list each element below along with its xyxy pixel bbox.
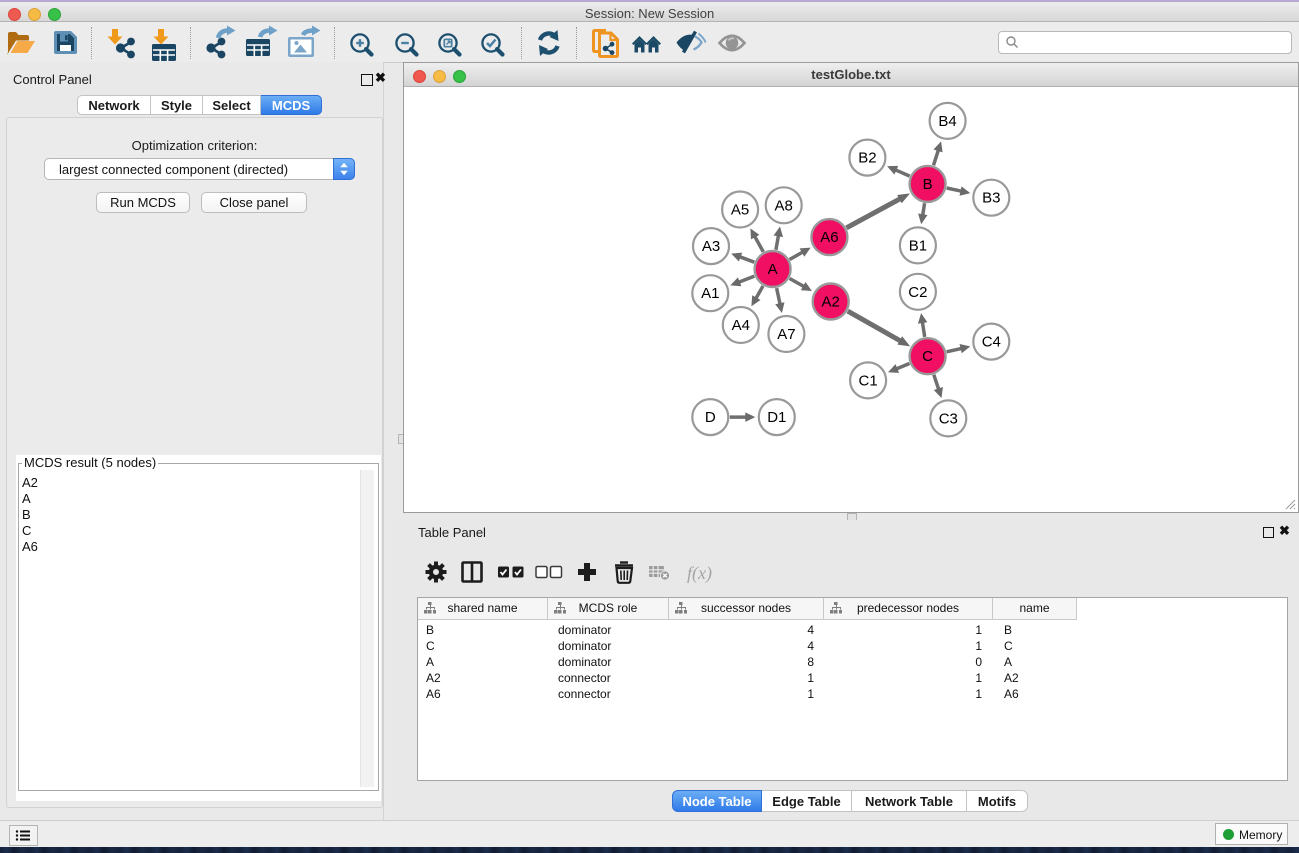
svg-text:A: A <box>768 261 778 278</box>
svg-text:A4: A4 <box>732 317 750 334</box>
svg-text:A2: A2 <box>822 294 840 311</box>
svg-text:C3: C3 <box>939 410 958 427</box>
svg-text:D1: D1 <box>767 409 786 426</box>
svg-text:C2: C2 <box>908 284 927 301</box>
svg-text:B3: B3 <box>982 190 1000 207</box>
svg-text:B1: B1 <box>909 237 927 254</box>
svg-text:B: B <box>923 176 933 193</box>
svg-text:B2: B2 <box>858 150 876 167</box>
svg-text:A5: A5 <box>731 202 749 219</box>
svg-text:A3: A3 <box>702 238 720 255</box>
svg-text:D: D <box>705 409 716 426</box>
svg-text:f(x): f(x) <box>687 563 712 584</box>
svg-text:A6: A6 <box>820 229 838 246</box>
svg-text:B4: B4 <box>938 113 956 130</box>
svg-text:C: C <box>922 348 933 365</box>
svg-text:A7: A7 <box>777 326 795 343</box>
svg-text:A8: A8 <box>775 197 793 214</box>
svg-text:A1: A1 <box>701 285 719 302</box>
svg-text:C1: C1 <box>859 372 878 389</box>
svg-text:C4: C4 <box>982 334 1001 351</box>
